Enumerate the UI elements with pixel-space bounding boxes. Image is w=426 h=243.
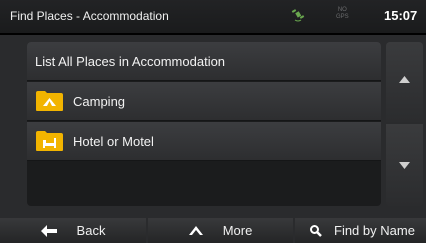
chevron-down-icon (399, 162, 410, 169)
satellite-icon (291, 9, 305, 22)
list-item-hotel-or-motel[interactable]: Hotel or Motel (27, 122, 381, 161)
screen-title: Find Places - Accommodation (10, 9, 169, 23)
list-item-camping[interactable]: Camping (27, 82, 381, 121)
clock: 15:07 (384, 8, 418, 23)
chevron-up-icon (399, 76, 410, 83)
gps-status: NO GPS (336, 7, 349, 20)
search-icon (310, 224, 322, 237)
list-all-label: List All Places in Accommodation (35, 53, 226, 69)
scroll-down-button[interactable] (386, 124, 423, 206)
scroll-up-button[interactable] (386, 42, 423, 122)
arrow-left-icon (40, 224, 57, 237)
find-by-name-label: Find by Name (334, 223, 415, 238)
tent-icon (36, 91, 63, 111)
list-item-label: Camping (73, 93, 126, 109)
list-item-label: Hotel or Motel (73, 133, 154, 149)
title-bar: Find Places - Accommodation NO GPS 15:07 (0, 0, 426, 35)
results-list: List All Places in Accommodation Camping… (27, 42, 381, 206)
bottom-toolbar: Back More Find by Name (0, 218, 426, 243)
list-all-places-row[interactable]: List All Places in Accommodation (27, 42, 381, 81)
more-button[interactable]: More (148, 218, 293, 243)
more-label: More (222, 223, 253, 238)
bed-icon (36, 131, 63, 151)
find-by-name-button[interactable]: Find by Name (295, 218, 426, 243)
back-label: Back (76, 223, 106, 238)
chevron-up-icon (188, 226, 203, 235)
back-button[interactable]: Back (0, 218, 146, 243)
